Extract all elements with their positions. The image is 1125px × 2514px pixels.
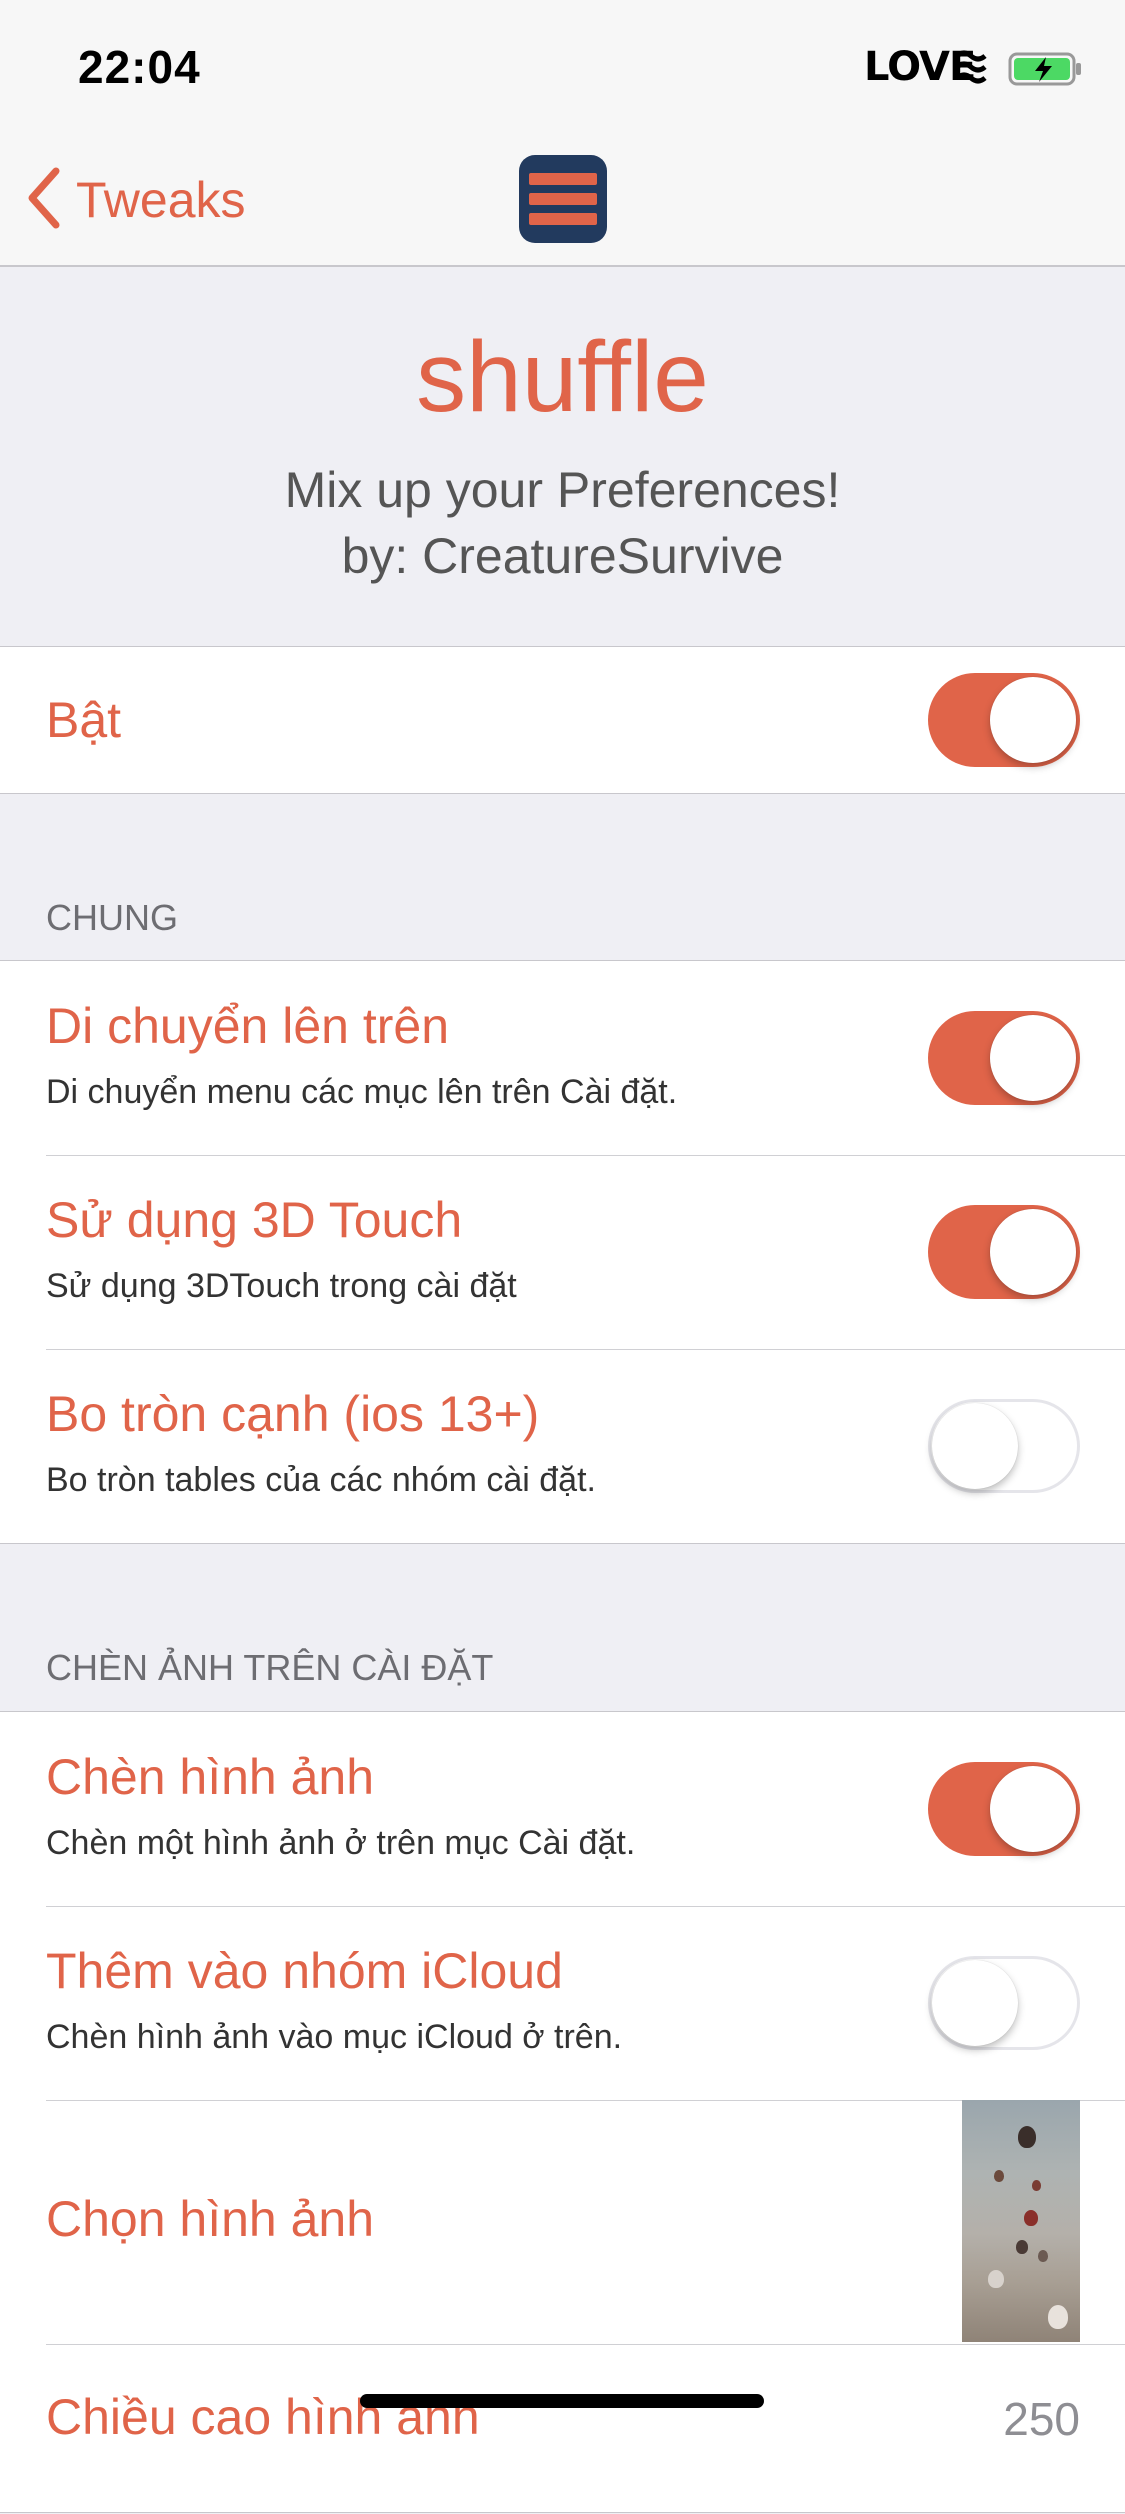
move-to-top-desc: Di chuyển menu các mục lên trên Cài đặt.	[46, 1073, 678, 1111]
selected-image-thumbnail[interactable]	[962, 2100, 1080, 2342]
tweak-header: shuffle Mix up your Preferences! by: Cre…	[0, 267, 1125, 647]
choose-image-row[interactable]: Chọn hình ảnh	[0, 2100, 1125, 2344]
3d-touch-row[interactable]: Sử dụng 3D Touch Sử dụng 3DTouch trong c…	[0, 1155, 1125, 1349]
insert-image-row[interactable]: Chèn hình ảnh Chèn một hình ảnh ở trên m…	[0, 1712, 1125, 1906]
image-height-row[interactable]: Chiều cao hình ảnh 250	[0, 2344, 1125, 2514]
3d-touch-desc: Sử dụng 3DTouch trong cài đặt	[46, 1267, 517, 1305]
battery-charging-icon	[1008, 52, 1084, 91]
icloud-group-toggle[interactable]	[928, 1956, 1080, 2050]
icloud-group-label: Thêm vào nhóm iCloud	[46, 1943, 563, 1999]
icloud-group-row[interactable]: Thêm vào nhóm iCloud Chèn hình ảnh vào m…	[0, 1906, 1125, 2100]
rounded-corners-label: Bo tròn cạnh (ios 13+)	[46, 1386, 540, 1442]
back-label: Tweaks	[76, 172, 246, 228]
tweak-author: by: CreatureSurvive	[341, 528, 784, 584]
enable-toggle[interactable]	[928, 673, 1080, 767]
tweak-subtitle-block: Mix up your Preferences! by: CreatureSur…	[0, 457, 1125, 589]
navigation-bar: Tweaks	[0, 135, 1125, 267]
enable-group: Bật	[0, 646, 1125, 794]
image-height-value: 250	[1003, 2393, 1080, 2445]
tweak-tagline: Mix up your Preferences!	[284, 462, 841, 518]
stacked-lines-logo-icon	[519, 155, 607, 243]
rounded-corners-desc: Bo tròn tables của các nhóm cài đặt.	[46, 1461, 596, 1499]
rounded-corners-toggle[interactable]	[928, 1399, 1080, 1493]
insert-image-label: Chèn hình ảnh	[46, 1749, 375, 1805]
move-to-top-row[interactable]: Di chuyển lên trên Di chuyển menu các mụ…	[0, 961, 1125, 1155]
back-button[interactable]: Tweaks	[26, 165, 246, 235]
section-header-general: CHUNG	[46, 897, 178, 938]
insert-image-desc: Chèn một hình ảnh ở trên mục Cài đặt.	[46, 1824, 636, 1862]
general-group: Di chuyển lên trên Di chuyển menu các mụ…	[0, 960, 1125, 1544]
choose-image-label: Chọn hình ảnh	[46, 2191, 375, 2247]
wifi-icon	[955, 50, 987, 89]
3d-touch-toggle[interactable]	[928, 1205, 1080, 1299]
move-to-top-label: Di chuyển lên trên	[46, 998, 450, 1054]
chevron-left-icon	[26, 167, 62, 234]
tweak-title: shuffle	[416, 321, 709, 433]
rounded-corners-row[interactable]: Bo tròn cạnh (ios 13+) Bo tròn tables củ…	[0, 1349, 1125, 1543]
insert-image-toggle[interactable]	[928, 1762, 1080, 1856]
3d-touch-label: Sử dụng 3D Touch	[46, 1192, 463, 1248]
icloud-group-desc: Chèn hình ảnh vào mục iCloud ở trên.	[46, 2018, 623, 2056]
home-indicator[interactable]	[360, 2394, 764, 2408]
section-header-insert-image: CHÈN ẢNH TRÊN CÀI ĐẶT	[46, 1647, 494, 1688]
status-bar: 22:04 LOVE	[0, 0, 1125, 135]
move-to-top-toggle[interactable]	[928, 1011, 1080, 1105]
enable-row[interactable]: Bật	[0, 647, 1125, 793]
insert-image-group: Chèn hình ảnh Chèn một hình ảnh ở trên m…	[0, 1711, 1125, 2513]
status-time: 22:04	[78, 41, 201, 93]
enable-label: Bật	[46, 692, 122, 748]
